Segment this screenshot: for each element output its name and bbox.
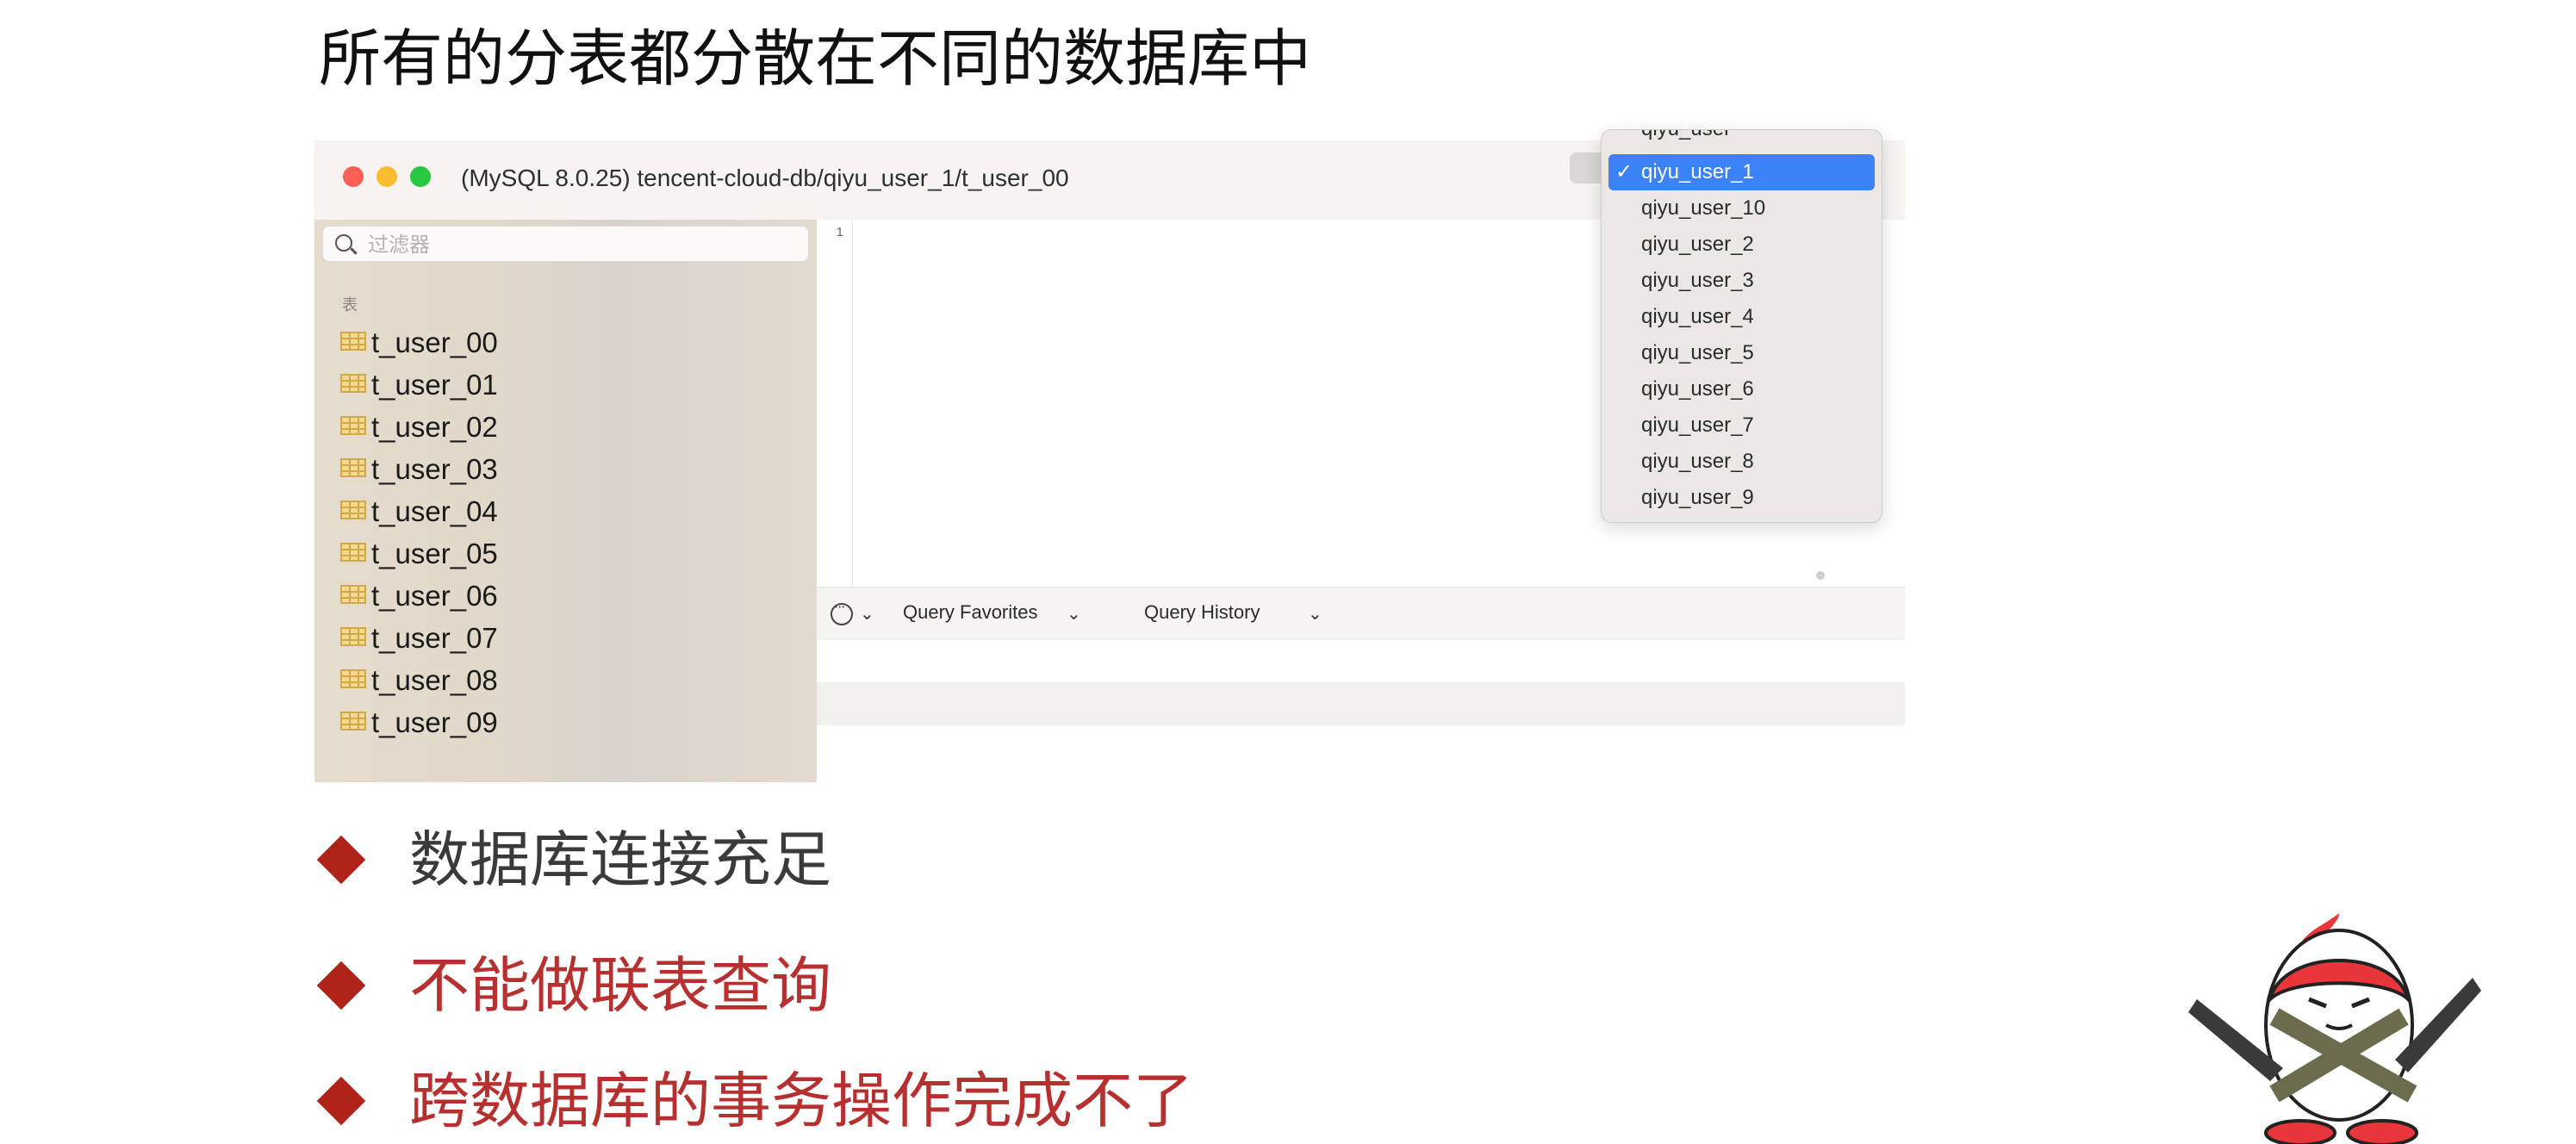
table-icon (340, 374, 366, 393)
diamond-bullet-icon (316, 961, 366, 1010)
close-window-button[interactable] (343, 166, 364, 187)
more-actions-icon[interactable] (831, 599, 853, 625)
table-name: t_user_09 (371, 706, 498, 738)
database-dropdown: qiyu_user ✓qiyu_user_1 qiyu_user_10 qiyu… (1601, 129, 1882, 523)
tables-sidebar: 表 t_user_00 t_user_01 t_user_02 t_user_0… (314, 220, 817, 782)
diamond-bullet-icon (316, 835, 366, 885)
table-icon (340, 585, 366, 604)
table-icon (340, 627, 366, 646)
minimize-window-button[interactable] (376, 166, 397, 187)
bullet-text: 跨数据库的事务操作完成不了 (409, 1066, 1193, 1136)
bullet-text: 不能做联表查询 (409, 950, 831, 1021)
dropdown-item[interactable]: qiyu_user_9 (1608, 480, 1875, 516)
table-name: t_user_07 (371, 622, 498, 654)
tables-section-label: 表 (342, 296, 358, 314)
table-name: t_user_06 (371, 580, 498, 612)
dropdown-item[interactable]: qiyu_user_6 (1608, 371, 1875, 407)
line-gutter: 1 (817, 220, 853, 586)
zoom-window-button[interactable] (410, 166, 431, 187)
chevron-down-icon[interactable]: ⌄ (1067, 603, 1081, 624)
query-history-button[interactable]: Query History (1144, 601, 1260, 624)
table-icon (340, 501, 366, 519)
table-name: t_user_04 (371, 495, 498, 527)
table-name: t_user_02 (371, 411, 498, 443)
table-icon (340, 332, 366, 351)
slide-title: 所有的分表都分散在不同的数据库中 (319, 22, 1312, 95)
table-name: t_user_05 (371, 538, 498, 569)
table-name: t_user_08 (371, 664, 498, 696)
dropdown-item[interactable]: qiyu_user_2 (1608, 227, 1875, 263)
dropdown-item[interactable]: qiyu_user_7 (1608, 407, 1875, 444)
line-number: 1 (836, 225, 843, 239)
filter-input[interactable] (366, 230, 783, 259)
diamond-bullet-icon (316, 1076, 366, 1126)
dropdown-item[interactable]: qiyu_user_8 (1608, 444, 1875, 480)
dropdown-item-partial[interactable]: qiyu_user (1608, 130, 1875, 147)
table-icon (340, 416, 366, 435)
filter-box (322, 226, 809, 262)
dropdown-item[interactable]: qiyu_user_3 (1608, 263, 1875, 299)
table-icon (340, 458, 366, 477)
split-handle[interactable] (1816, 571, 1825, 580)
chevron-down-icon[interactable]: ⌄ (1308, 603, 1322, 624)
checkmark-icon: ✓ (1615, 160, 1633, 183)
dropdown-item-selected[interactable]: ✓ qiyu_user_1 (1608, 154, 1875, 190)
bullet-text: 数据库连接充足 (409, 824, 831, 895)
search-icon (335, 234, 352, 252)
window-title: (MySQL 8.0.25) tencent-cloud-db/qiyu_use… (461, 165, 1069, 191)
table-icon (340, 669, 366, 688)
query-bar: ⌄ Query Favorites ⌄ Query History ⌄ (817, 587, 1905, 642)
status-strip (817, 682, 1905, 725)
table-icon (340, 543, 366, 562)
mascot-illustration (2188, 913, 2481, 1144)
table-name: t_user_03 (371, 453, 498, 485)
table-icon (340, 712, 366, 731)
results-area (817, 640, 1905, 683)
dropdown-item[interactable]: qiyu_user_5 (1608, 335, 1875, 371)
table-name: t_user_01 (371, 369, 498, 401)
table-name: t_user_00 (371, 326, 498, 358)
dropdown-item[interactable]: qiyu_user_4 (1608, 299, 1875, 335)
dropdown-item[interactable]: qiyu_user_10 (1608, 190, 1875, 227)
chevron-down-icon[interactable]: ⌄ (860, 603, 874, 624)
query-favorites-button[interactable]: Query Favorites (903, 601, 1038, 624)
